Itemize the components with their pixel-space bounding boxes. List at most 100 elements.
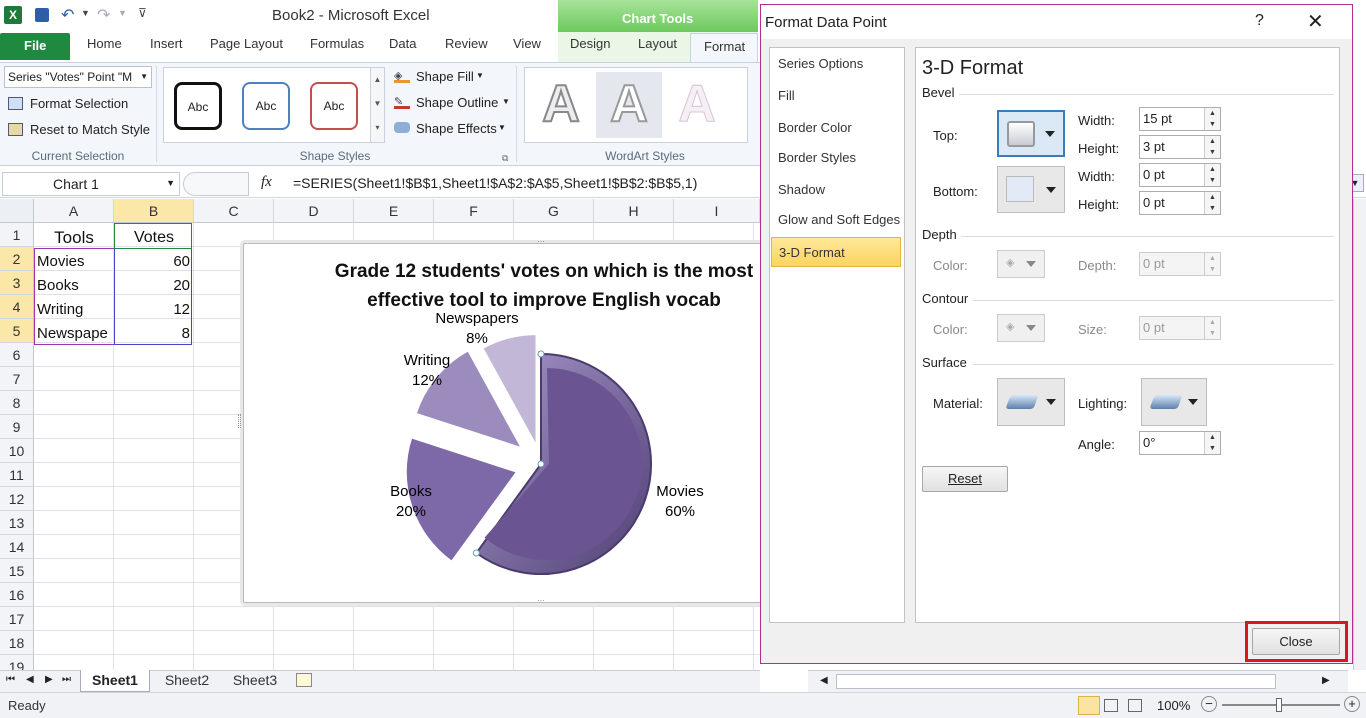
spin-down-icon[interactable]: ▼ <box>1204 175 1220 186</box>
data-label-percent[interactable]: 8% <box>466 330 488 347</box>
nav-item-series-options[interactable]: Series Options <box>771 49 901 79</box>
scroll-left-icon[interactable]: ◀ <box>820 675 828 686</box>
spin-up-icon[interactable]: ▲ <box>1204 253 1220 264</box>
shape-styles-launcher-icon[interactable]: ⧉ <box>502 153 508 164</box>
depth-input[interactable]: 0 pt ▲ ▼ <box>1139 252 1221 276</box>
pie-chart[interactable]: Grade 12 students' votes on which is the… <box>244 244 764 604</box>
tab-formulas[interactable]: Formulas <box>310 36 364 51</box>
zoom-slider-thumb[interactable] <box>1276 698 1282 712</box>
column-header-f[interactable]: F <box>434 199 514 223</box>
row-header-11[interactable]: 11 <box>0 463 34 487</box>
zoom-level[interactable]: 100% <box>1157 698 1190 713</box>
row-header-4[interactable]: 4 <box>0 295 34 319</box>
tab-insert[interactable]: Insert <box>150 36 183 51</box>
shape-style-black[interactable]: Abc <box>174 82 222 130</box>
spin-up-icon[interactable]: ▲ <box>1204 136 1220 147</box>
bevel-top-dropdown[interactable] <box>997 110 1065 157</box>
chart-element-dropdown[interactable]: Series "Votes" Point "M ▼ <box>4 66 152 88</box>
file-tab[interactable]: File <box>0 33 70 60</box>
column-header-h[interactable]: H <box>594 199 674 223</box>
nav-item-3-d-format[interactable]: 3-D Format <box>771 237 901 267</box>
undo-icon[interactable]: ↶ <box>61 5 74 25</box>
row-header-16[interactable]: 16 <box>0 583 34 607</box>
row-header-18[interactable]: 18 <box>0 631 34 655</box>
selection-handle[interactable] <box>537 350 545 358</box>
chart-title[interactable]: effective tool to improve English vocab <box>367 290 721 311</box>
help-button[interactable]: ? <box>1255 12 1264 30</box>
row-header-10[interactable]: 10 <box>0 439 34 463</box>
undo-dropdown-icon[interactable]: ▼ <box>81 8 90 18</box>
row-header-5[interactable]: 5 <box>0 319 34 343</box>
prev-sheet-icon[interactable]: ◀ <box>26 674 34 685</box>
column-header-e[interactable]: E <box>354 199 434 223</box>
data-label-category[interactable]: Newspapers <box>435 310 518 327</box>
shape-style-blue[interactable]: Abc <box>242 82 290 130</box>
row-header-6[interactable]: 6 <box>0 343 34 367</box>
top-width-input[interactable]: 15 pt ▲ ▼ <box>1139 107 1221 131</box>
data-label-category[interactable]: Books <box>390 483 432 500</box>
material-dropdown[interactable] <box>997 378 1065 426</box>
spin-down-icon[interactable]: ▼ <box>1204 203 1220 214</box>
nav-item-border-color[interactable]: Border Color <box>771 113 901 143</box>
chart-area[interactable]: Grade 12 students' votes on which is the… <box>238 237 764 605</box>
gallery-scroll[interactable]: ▲ ▼ ▾ <box>370 68 384 142</box>
next-sheet-icon[interactable]: ▶ <box>45 674 53 685</box>
shape-styles-gallery[interactable]: Abc Abc Abc ▲ ▼ ▾ <box>163 67 385 143</box>
row-header-15[interactable]: 15 <box>0 559 34 583</box>
close-button[interactable]: Close <box>1252 628 1340 655</box>
tab-page-layout[interactable]: Page Layout <box>210 36 283 51</box>
column-header-g[interactable]: G <box>514 199 594 223</box>
chart-resize-handle-left[interactable] <box>238 414 241 428</box>
row-header-12[interactable]: 12 <box>0 487 34 511</box>
spin-up-icon[interactable]: ▲ <box>1204 432 1220 443</box>
lighting-dropdown[interactable] <box>1141 378 1207 426</box>
wordart-gallery[interactable]: A A A <box>524 67 748 143</box>
data-label-percent[interactable]: 60% <box>665 503 695 520</box>
cell-a1[interactable]: Tools <box>34 226 114 250</box>
tab-sheet3[interactable]: Sheet3 <box>222 672 288 688</box>
scroll-thumb[interactable] <box>836 674 1276 689</box>
bottom-height-input[interactable]: 0 pt ▲ ▼ <box>1139 191 1221 215</box>
nav-item-glow-and-soft-edges[interactable]: Glow and Soft Edges <box>771 205 901 235</box>
selection-handle[interactable] <box>472 549 480 557</box>
tab-view[interactable]: View <box>513 36 541 51</box>
redo-dropdown-icon[interactable]: ▼ <box>118 8 127 18</box>
angle-input[interactable]: 0° ▲ ▼ <box>1139 431 1221 455</box>
tab-layout[interactable]: Layout <box>638 36 677 51</box>
spin-up-icon[interactable]: ▲ <box>1204 317 1220 328</box>
redo-icon[interactable]: ↷ <box>97 5 110 25</box>
row-header-14[interactable]: 14 <box>0 535 34 559</box>
selection-handle[interactable] <box>537 460 545 468</box>
data-label-percent[interactable]: 20% <box>396 503 426 520</box>
tab-review[interactable]: Review <box>445 36 488 51</box>
scroll-right-icon[interactable]: ▶ <box>1322 675 1330 686</box>
spin-down-icon[interactable]: ▼ <box>1204 147 1220 158</box>
close-icon[interactable]: ✕ <box>1307 9 1324 34</box>
name-box[interactable]: Chart 1 ▼ <box>2 172 180 196</box>
chart-resize-handle-top[interactable]: ⋯ <box>537 237 545 246</box>
wordart-style-2[interactable]: A <box>596 72 662 138</box>
tab-design[interactable]: Design <box>570 36 610 51</box>
zoom-slider[interactable] <box>1222 698 1340 712</box>
tab-sheet1[interactable]: Sheet1 <box>80 670 150 692</box>
horizontal-scrollbar[interactable]: ◀ ▶ <box>808 670 1348 692</box>
bevel-bottom-dropdown[interactable] <box>997 166 1065 213</box>
chart-resize-handle-bottom[interactable]: ⋯ <box>537 596 545 605</box>
row-header-2[interactable]: 2 <box>0 247 34 271</box>
first-sheet-icon[interactable]: ⏮ <box>6 674 15 685</box>
customize-toolbar-icon[interactable]: ⊽ <box>138 6 147 20</box>
save-icon[interactable] <box>35 8 49 22</box>
top-height-input[interactable]: 3 pt ▲ ▼ <box>1139 135 1221 159</box>
column-header-a[interactable]: A <box>34 199 114 223</box>
last-sheet-icon[interactable]: ⏭ <box>62 674 71 685</box>
contour-color-dropdown[interactable]: ◈ <box>997 314 1045 342</box>
tab-home[interactable]: Home <box>87 36 122 51</box>
tab-data[interactable]: Data <box>389 36 416 51</box>
row-header-7[interactable]: 7 <box>0 367 34 391</box>
bottom-width-input[interactable]: 0 pt ▲ ▼ <box>1139 163 1221 187</box>
column-header-c[interactable]: C <box>194 199 274 223</box>
wordart-style-1[interactable]: A <box>528 72 594 138</box>
spin-up-icon[interactable]: ▲ <box>1204 108 1220 119</box>
row-header-13[interactable]: 13 <box>0 511 34 535</box>
spin-down-icon[interactable]: ▼ <box>1204 443 1220 454</box>
